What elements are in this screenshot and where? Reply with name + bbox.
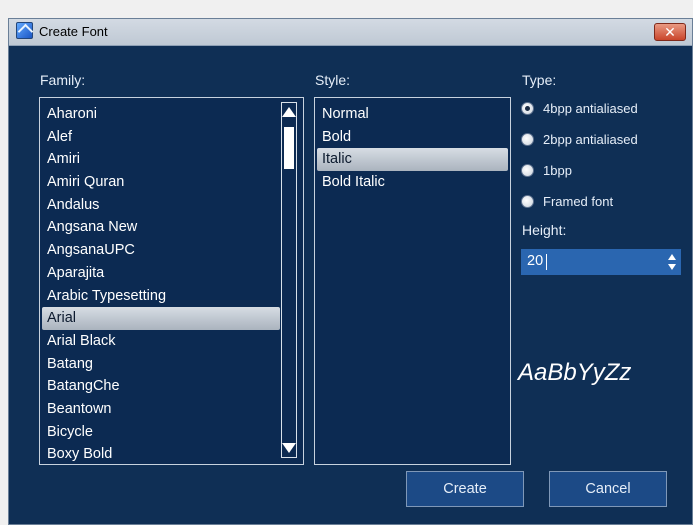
- text-caret: [546, 254, 547, 270]
- spin-up-icon[interactable]: [668, 254, 676, 260]
- family-item[interactable]: AngsanaUPC: [42, 239, 280, 262]
- scroll-thumb[interactable]: [284, 127, 294, 169]
- style-item[interactable]: Bold Italic: [317, 171, 508, 194]
- family-item[interactable]: Bicycle: [42, 421, 280, 444]
- type-label: Type:: [522, 72, 557, 88]
- window-title: Create Font: [39, 24, 108, 39]
- create-button[interactable]: Create: [406, 471, 524, 507]
- spin-down-icon[interactable]: [668, 264, 676, 270]
- family-item[interactable]: Amiri Quran: [42, 171, 280, 194]
- close-button[interactable]: ✕: [654, 23, 686, 41]
- cancel-button[interactable]: Cancel: [549, 471, 667, 507]
- radio-button[interactable]: [521, 102, 534, 115]
- family-item[interactable]: Angsana New: [42, 216, 280, 239]
- radio-label: Framed font: [543, 194, 614, 209]
- style-items: Normal Bold Italic Bold Italic: [317, 103, 508, 194]
- height-spinbox[interactable]: 20: [521, 249, 681, 275]
- family-item[interactable]: Beantown: [42, 398, 280, 421]
- family-item[interactable]: Arabic Typesetting: [42, 285, 280, 308]
- title-bar[interactable]: Create Font ✕: [9, 19, 692, 46]
- family-item[interactable]: Boxy Bold: [42, 443, 280, 464]
- height-label: Height:: [522, 222, 567, 238]
- style-item[interactable]: Bold: [317, 126, 508, 149]
- triangle-down-icon[interactable]: [282, 443, 296, 453]
- family-item[interactable]: Arial Black: [42, 330, 280, 353]
- family-item[interactable]: Aparajita: [42, 262, 280, 285]
- family-item[interactable]: Batang: [42, 353, 280, 376]
- family-item[interactable]: Amiri: [42, 148, 280, 171]
- family-listbox[interactable]: Aharoni Alef Amiri Amiri Quran Andalus Angsan…: [39, 97, 304, 465]
- family-items: Aharoni Alef Amiri Amiri Quran Andalus Angsan…: [42, 103, 280, 464]
- radio-button[interactable]: [521, 164, 534, 177]
- family-item[interactable]: Alef: [42, 126, 280, 149]
- triangle-up-icon[interactable]: [282, 107, 296, 117]
- style-item[interactable]: Italic: [317, 148, 508, 172]
- radio-label: 4bpp antialiased: [543, 101, 638, 116]
- style-item[interactable]: Normal: [317, 103, 508, 126]
- radio-label: 1bpp: [543, 163, 572, 178]
- family-item[interactable]: Aharoni: [42, 103, 280, 126]
- radio-button[interactable]: [521, 133, 534, 146]
- family-item[interactable]: BatangChe: [42, 375, 280, 398]
- font-preview: AaBbYyZz: [518, 359, 632, 386]
- family-scrollbar[interactable]: [281, 102, 297, 458]
- style-label: Style:: [315, 72, 351, 88]
- radio-button[interactable]: [521, 195, 534, 208]
- family-item[interactable]: Andalus: [42, 194, 280, 217]
- family-label: Family:: [40, 72, 86, 88]
- family-item[interactable]: Arial: [42, 307, 280, 330]
- style-listbox[interactable]: Normal Bold Italic Bold Italic: [314, 97, 511, 465]
- close-icon: ✕: [664, 24, 676, 40]
- font-app-icon: [16, 22, 33, 39]
- height-value: 20: [527, 253, 544, 269]
- radio-label: 2bpp antialiased: [543, 132, 638, 147]
- create-font-dialog: Create Font ✕ Family: Aharoni Alef Amiri Am…: [8, 18, 693, 525]
